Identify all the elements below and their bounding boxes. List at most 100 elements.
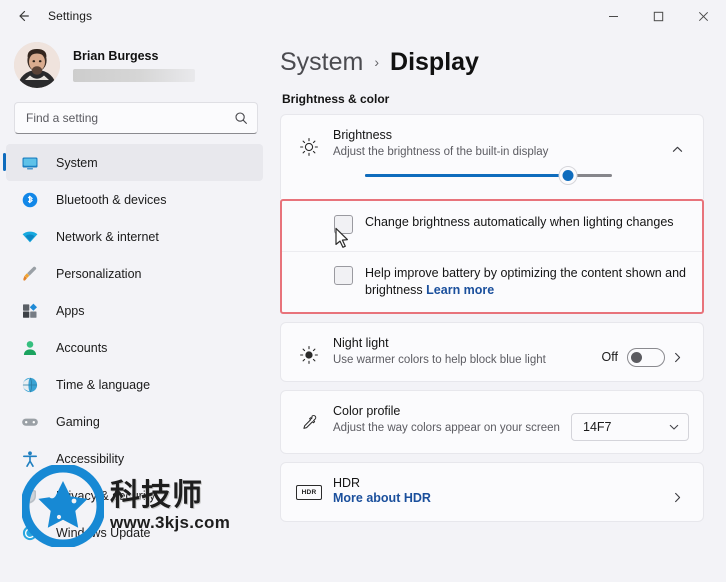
sidebar-item-label: Apps <box>56 303 85 318</box>
shield-icon <box>20 486 40 506</box>
account-name: Brian Burgess <box>73 49 159 63</box>
hdr-title: HDR <box>333 476 361 490</box>
brightness-slider-area <box>281 165 703 199</box>
sidebar-item-label: Bluetooth & devices <box>56 192 167 207</box>
breadcrumb-separator-icon: › <box>374 54 380 70</box>
monitor-icon <box>20 153 40 173</box>
sidebar-item-label: Privacy & security <box>56 488 156 503</box>
search-icon <box>234 111 248 125</box>
window-title: Settings <box>48 9 93 23</box>
brightness-expand[interactable] <box>665 137 689 161</box>
gamepad-icon <box>20 412 40 432</box>
section-label-brightness-color: Brightness & color <box>282 92 390 106</box>
chevron-right-icon[interactable] <box>665 485 689 509</box>
maximize-button[interactable] <box>636 0 681 32</box>
hdr-controls <box>665 485 689 509</box>
globe-clock-icon <box>20 375 40 395</box>
sidebar-item-accessibility[interactable]: Accessibility <box>6 440 263 477</box>
color-profile-row[interactable]: Color profile Adjust the way colors appe… <box>281 391 703 453</box>
account-block[interactable]: Brian Burgess <box>0 32 272 98</box>
avatar <box>14 42 60 88</box>
sidebar-item-network-internet[interactable]: Network & internet <box>6 218 263 255</box>
content-adaptive-text: Help improve battery by optimizing the c… <box>365 266 687 297</box>
sidebar-nav: System Bluetooth & devices Network & int… <box>0 144 272 551</box>
account-email-redacted <box>73 69 195 82</box>
brightness-sun-icon <box>295 137 323 157</box>
content-adaptive-label: Help improve battery by optimizing the c… <box>365 265 688 299</box>
breadcrumb-parent[interactable]: System <box>280 48 363 77</box>
chevron-right-icon[interactable] <box>665 345 689 369</box>
brightness-subtitle: Adjust the brightness of the built-in di… <box>333 146 549 158</box>
window-controls <box>591 0 726 32</box>
color-profile-card[interactable]: Color profile Adjust the way colors appe… <box>280 390 704 454</box>
hdr-badge-icon: HDR <box>295 485 323 500</box>
search-box[interactable] <box>14 102 258 134</box>
hdr-card[interactable]: HDR HDR More about HDR <box>280 462 704 522</box>
wifi-icon <box>20 227 40 247</box>
sidebar-item-label: Personalization <box>56 266 142 281</box>
sidebar: Brian Burgess Find a setting System Blue… <box>0 32 272 582</box>
learn-more-link[interactable]: Learn more <box>426 283 494 297</box>
hdr-row[interactable]: HDR HDR More about HDR <box>281 463 703 521</box>
color-profile-controls: 14F7 <box>571 413 689 441</box>
brightness-title: Brightness <box>333 128 393 142</box>
auto-brightness-row[interactable]: Change brightness automatically when lig… <box>282 201 702 251</box>
night-light-card[interactable]: Night light Use warmer colors to help bl… <box>280 322 704 382</box>
color-profile-text: Color profile Adjust the way colors appe… <box>333 403 561 436</box>
bluetooth-icon <box>20 190 40 210</box>
update-icon <box>20 523 40 543</box>
night-light-subtitle: Use warmer colors to help block blue lig… <box>333 354 546 366</box>
sidebar-item-label: Accounts <box>56 340 108 355</box>
chevron-up-icon <box>665 137 689 161</box>
brightness-text: Brightness Adjust the brightness of the … <box>333 127 655 160</box>
auto-brightness-label: Change brightness automatically when lig… <box>365 215 674 229</box>
color-profile-dropdown[interactable]: 14F7 <box>571 413 689 441</box>
sidebar-item-bluetooth-devices[interactable]: Bluetooth & devices <box>6 181 263 218</box>
brightness-slider[interactable] <box>365 165 612 185</box>
account-text: Brian Burgess <box>73 48 195 82</box>
night-light-toggle-label: Off <box>601 350 618 364</box>
person-icon <box>20 338 40 358</box>
color-profile-subtitle: Adjust the way colors appear on your scr… <box>333 422 560 434</box>
content-adaptive-checkbox[interactable] <box>334 266 353 285</box>
minimize-button[interactable] <box>591 0 636 32</box>
sidebar-item-system[interactable]: System <box>3 144 263 181</box>
sidebar-item-privacy-security[interactable]: Privacy & security <box>6 477 263 514</box>
auto-brightness-checkbox[interactable] <box>334 215 353 234</box>
more-about-hdr-link[interactable]: More about HDR <box>333 491 655 505</box>
sidebar-item-label: Accessibility <box>56 451 125 466</box>
sidebar-item-label: Network & internet <box>56 229 159 244</box>
hdr-text: HDR More about HDR <box>333 475 655 505</box>
hdr-badge-text: HDR <box>296 485 322 500</box>
sidebar-item-apps[interactable]: Apps <box>6 292 263 329</box>
page-title: Display <box>390 48 479 76</box>
night-light-toggle[interactable] <box>627 347 665 367</box>
slider-thumb[interactable] <box>558 165 578 185</box>
color-profile-selected-value: 14F7 <box>583 420 612 434</box>
sidebar-item-time-language[interactable]: Time & language <box>6 366 263 403</box>
sidebar-item-label: System <box>56 155 98 170</box>
content-pane: System › Display Brightness & color Brig… <box>272 32 726 582</box>
content-adaptive-brightness-row[interactable]: Help improve battery by optimizing the c… <box>282 251 702 312</box>
sidebar-item-personalization[interactable]: Personalization <box>6 255 263 292</box>
search-input[interactable] <box>26 111 234 125</box>
night-light-text: Night light Use warmer colors to help bl… <box>333 335 592 368</box>
highlight-annotation-box: Change brightness automatically when lig… <box>280 199 704 314</box>
eyedropper-icon <box>295 413 323 433</box>
chevron-down-icon <box>668 421 680 433</box>
apps-icon <box>20 301 40 321</box>
close-button[interactable] <box>681 0 726 32</box>
back-button[interactable] <box>6 1 40 31</box>
sidebar-item-label: Windows Update <box>56 525 151 540</box>
paintbrush-icon <box>20 264 40 284</box>
night-light-title: Night light <box>333 336 389 350</box>
window-body: Brian Burgess Find a setting System Blue… <box>0 32 726 582</box>
breadcrumb: System › Display <box>280 32 704 84</box>
sidebar-item-accounts[interactable]: Accounts <box>6 329 263 366</box>
sidebar-item-windows-update[interactable]: Windows Update <box>6 514 263 551</box>
night-light-icon <box>295 345 323 365</box>
night-light-row[interactable]: Night light Use warmer colors to help bl… <box>281 323 703 381</box>
sidebar-item-gaming[interactable]: Gaming <box>6 403 263 440</box>
slider-fill <box>365 173 568 177</box>
settings-window: Settings Brian Burgess Find a setting Sy… <box>0 0 726 582</box>
